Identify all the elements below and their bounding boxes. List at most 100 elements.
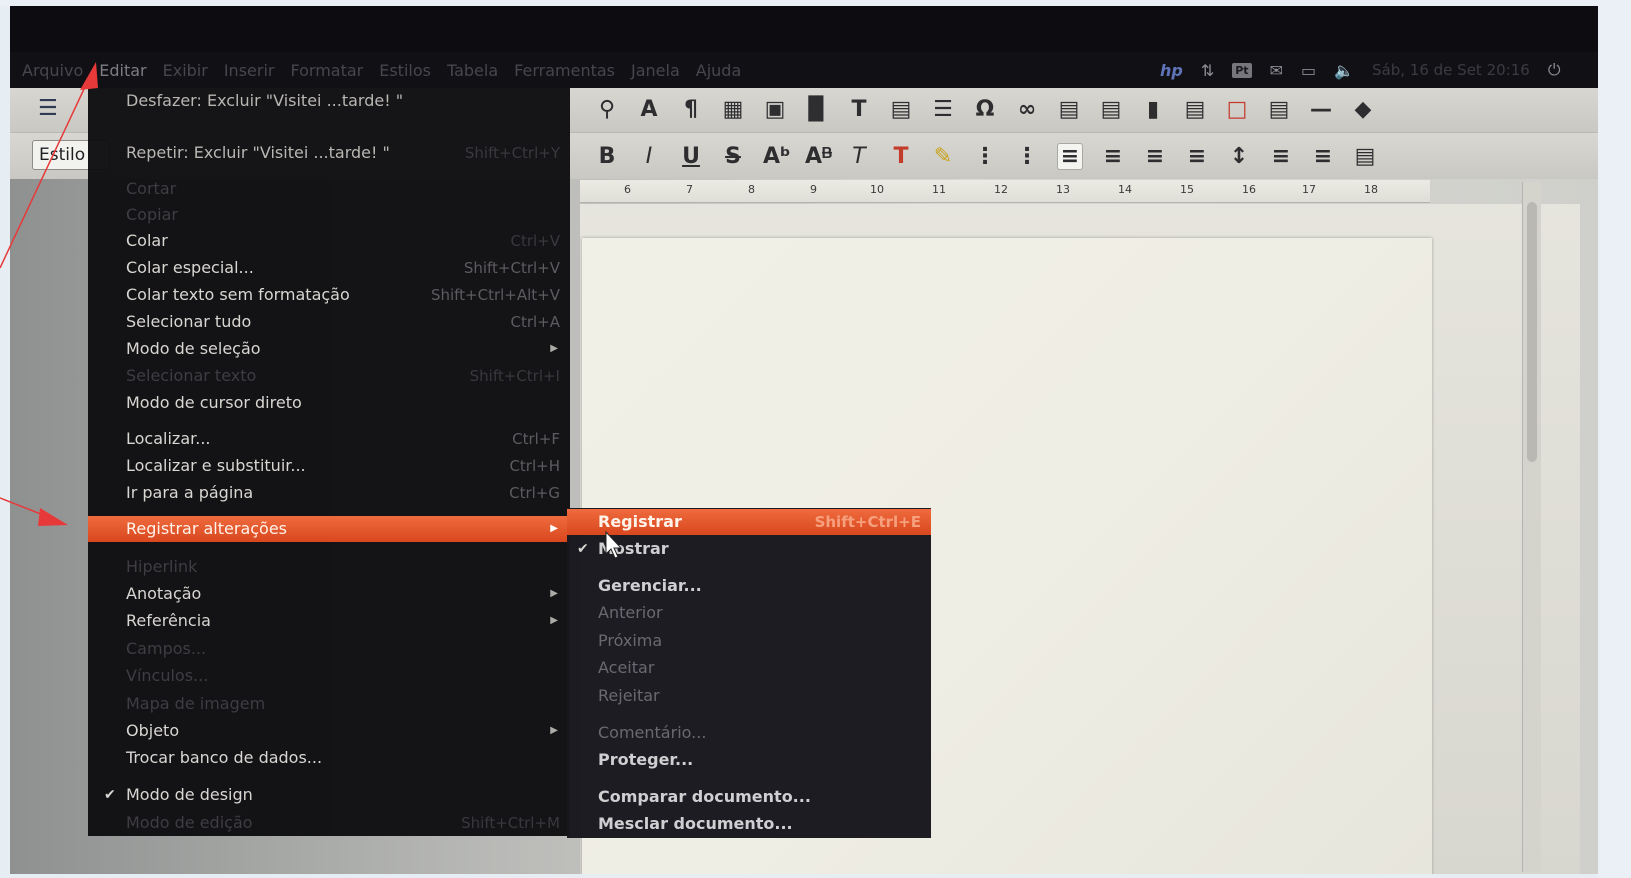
mail-icon[interactable]: ✉ xyxy=(1270,61,1283,80)
edit-paste[interactable]: Colar Ctrl+V xyxy=(88,228,570,254)
superscript-icon[interactable]: Aᵇ xyxy=(763,144,791,169)
track-manage[interactable]: Gerenciar... xyxy=(567,573,931,599)
submenu-arrow-icon: ▶ xyxy=(550,523,558,534)
paragraph-icon[interactable]: ▤ xyxy=(1353,144,1377,169)
line-spacing-icon[interactable]: ↕ xyxy=(1227,144,1251,169)
menu-exibir[interactable]: Exibir xyxy=(163,61,208,80)
shapes-icon[interactable]: ◆ xyxy=(1351,97,1375,122)
hyperlink-icon[interactable]: ∞ xyxy=(1015,97,1039,122)
scrollbar-thumb[interactable] xyxy=(1527,202,1537,462)
menu-formatar[interactable]: Formatar xyxy=(290,61,363,80)
edit-find[interactable]: Localizar... Ctrl+F xyxy=(88,426,570,452)
track-protect[interactable]: Proteger... xyxy=(567,747,931,773)
insert-image-icon[interactable]: ▣ xyxy=(763,97,787,122)
vertical-scrollbar[interactable] xyxy=(1522,182,1541,872)
menu-item-label: Modo de seleção xyxy=(126,339,261,358)
track-merge-document[interactable]: Mesclar documento... xyxy=(567,811,931,837)
network-icon[interactable]: ⇅ xyxy=(1201,61,1214,80)
menu-item-label: Selecionar tudo xyxy=(126,312,252,331)
comment-icon[interactable]: □ xyxy=(1225,97,1249,122)
highlighting-color-icon[interactable]: ✎ xyxy=(931,144,955,169)
edit-track-changes[interactable]: Registrar alterações ▶ xyxy=(88,516,570,542)
edit-go-to-page[interactable]: Ir para a página Ctrl+G xyxy=(88,480,570,506)
edit-design-mode[interactable]: ✔ Modo de design xyxy=(88,782,570,808)
clock[interactable]: Sáb, 16 de Set 20:16 xyxy=(1372,61,1530,79)
edit-exchange-database[interactable]: Trocar banco de dados... xyxy=(88,745,570,771)
power-icon[interactable]: ⏻ xyxy=(1548,60,1561,80)
menu-estilos[interactable]: Estilos xyxy=(379,61,431,80)
checkmark-icon: ✔ xyxy=(577,541,589,557)
track-record[interactable]: Registrar Shift+Ctrl+E xyxy=(567,509,931,535)
standard-toolbar-icons: ⚲ A ¶ ▦ ▣ ▉ T ▤ ☰ Ω ∞ ▤ ▤ ▮ ▤ □ ▤ — ◆ xyxy=(595,86,1375,132)
edit-reference[interactable]: Referência ▶ xyxy=(88,608,570,634)
volume-icon[interactable]: 🔈 xyxy=(1334,61,1354,80)
edit-undo[interactable]: Desfazer: Excluir "Visitei ...tarde! " xyxy=(88,88,570,114)
track-changes-icon[interactable]: ▤ xyxy=(1267,97,1291,122)
menu-tabela[interactable]: Tabela xyxy=(447,61,498,80)
font-color-icon[interactable]: T xyxy=(889,144,913,169)
spelling-icon[interactable]: A xyxy=(637,97,661,122)
edit-selection-mode[interactable]: Modo de seleção ▶ xyxy=(88,336,570,362)
edit-direct-cursor[interactable]: Modo de cursor direto xyxy=(88,390,570,416)
menu-item-label: Anotação xyxy=(126,584,202,603)
edit-paste-unformatted[interactable]: Colar texto sem formatação Shift+Ctrl+Alt… xyxy=(88,282,570,308)
battery-icon[interactable]: ▭ xyxy=(1301,61,1316,80)
insert-chart-icon[interactable]: ▉ xyxy=(805,97,829,122)
menu-item-label: Registrar alterações xyxy=(126,519,288,538)
menu-item-label: Cortar xyxy=(126,179,177,198)
edit-object[interactable]: Objeto ▶ xyxy=(88,718,570,744)
strikethrough-icon[interactable]: S xyxy=(721,144,745,169)
menu-editar[interactable]: Editar xyxy=(99,61,146,80)
insert-table-icon[interactable]: ▦ xyxy=(721,97,745,122)
bullets-icon[interactable]: ⋮ xyxy=(973,144,997,169)
bold-icon[interactable]: B xyxy=(595,144,619,169)
track-show[interactable]: ✔ Mostrar xyxy=(567,536,931,562)
decrease-indent-icon[interactable]: ≡ xyxy=(1311,144,1335,169)
line-icon[interactable]: — xyxy=(1309,97,1333,122)
edit-comment[interactable]: Anotação ▶ xyxy=(88,581,570,607)
track-compare-document[interactable]: Comparar documento... xyxy=(567,784,931,810)
insert-textbox-icon[interactable]: T xyxy=(847,97,871,122)
special-character-icon[interactable]: Ω xyxy=(973,97,997,122)
clear-formatting-icon[interactable]: T xyxy=(847,144,871,169)
bookmark-icon[interactable]: ▮ xyxy=(1141,97,1165,122)
submenu-arrow-icon: ▶ xyxy=(550,725,558,736)
menu-item-label: Mesclar documento... xyxy=(598,814,793,833)
numbering-icon[interactable]: ⋮ xyxy=(1015,144,1039,169)
menu-item-label: Vínculos... xyxy=(126,666,209,685)
endnote-icon[interactable]: ▤ xyxy=(1099,97,1123,122)
footnote-icon[interactable]: ▤ xyxy=(1057,97,1081,122)
edit-find-replace[interactable]: Localizar e substituir... Ctrl+H xyxy=(88,453,570,479)
sidebar-toggle-icon[interactable]: ☰ xyxy=(38,96,58,121)
edit-redo[interactable]: Repetir: Excluir "Visitei ...tarde! " Shi… xyxy=(88,140,570,166)
track-next: Próxima xyxy=(567,628,931,654)
underline-icon[interactable]: U xyxy=(679,144,703,169)
italic-icon[interactable]: I xyxy=(637,144,661,169)
menu-ajuda[interactable]: Ajuda xyxy=(696,61,742,80)
track-accept: Aceitar xyxy=(567,655,931,681)
menu-arquivo[interactable]: Arquivo xyxy=(22,61,83,80)
edit-paste-special[interactable]: Colar especial... Shift+Ctrl+V xyxy=(88,255,570,281)
edit-select-all[interactable]: Selecionar tudo Ctrl+A xyxy=(88,309,570,335)
keyboard-layout-indicator[interactable]: Pt xyxy=(1232,62,1252,78)
menu-janela[interactable]: Janela xyxy=(631,61,680,80)
find-icon[interactable]: ⚲ xyxy=(595,97,619,122)
ruler-tick: 11 xyxy=(932,183,946,196)
align-right-icon[interactable]: ≡ xyxy=(1143,144,1167,169)
align-left-icon[interactable]: ≡ xyxy=(1057,142,1083,170)
ruler-tick: 18 xyxy=(1364,183,1378,196)
align-center-icon[interactable]: ≡ xyxy=(1101,144,1125,169)
hp-logo-icon[interactable]: hp xyxy=(1160,61,1183,80)
subscript-icon[interactable]: Aᴯ xyxy=(805,143,832,169)
menu-inserir[interactable]: Inserir xyxy=(224,61,275,80)
page-break-icon[interactable]: ▤ xyxy=(889,97,913,122)
justify-icon[interactable]: ≡ xyxy=(1185,144,1209,169)
submenu-arrow-icon: ▶ xyxy=(550,588,558,599)
ruler-tick: 12 xyxy=(994,183,1008,196)
increase-indent-icon[interactable]: ≡ xyxy=(1269,144,1293,169)
menu-ferramentas[interactable]: Ferramentas xyxy=(514,61,615,80)
formatting-marks-icon[interactable]: ¶ xyxy=(679,97,703,122)
edit-links: Vínculos... xyxy=(88,663,570,689)
insert-field-icon[interactable]: ☰ xyxy=(931,97,955,122)
cross-reference-icon[interactable]: ▤ xyxy=(1183,97,1207,122)
